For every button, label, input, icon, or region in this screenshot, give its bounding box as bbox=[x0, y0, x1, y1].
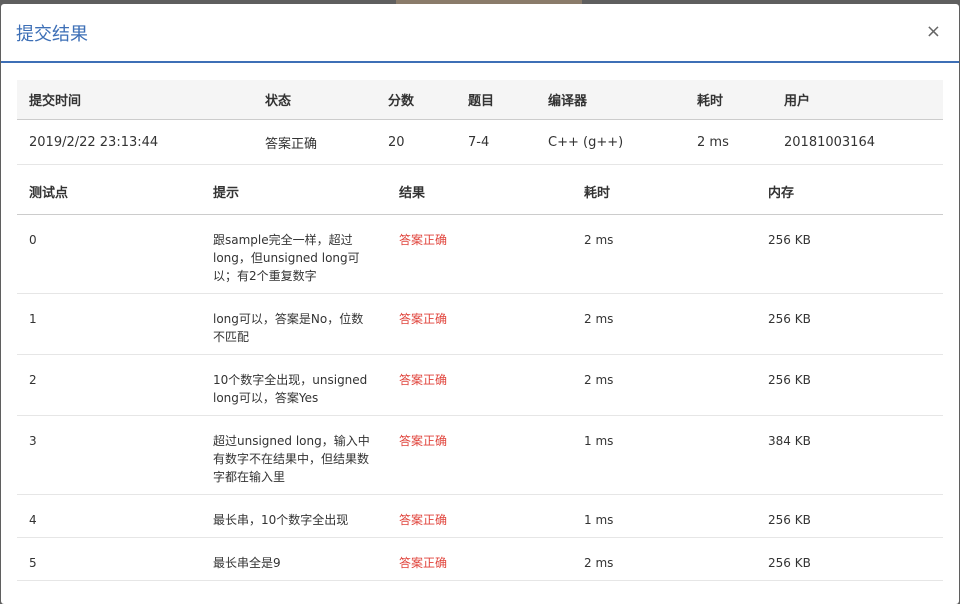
close-icon[interactable]: × bbox=[926, 22, 941, 42]
test-memory: 256 KB bbox=[768, 494, 943, 538]
score: 20 bbox=[388, 119, 468, 165]
test-memory: 256 KB bbox=[768, 537, 943, 581]
table-row: 2 10个数字全出现，unsigned long可以，答案Yes 答案正确 2 … bbox=[17, 354, 943, 416]
header-compiler: 编译器 bbox=[548, 80, 697, 120]
test-result: 答案正确 bbox=[399, 537, 584, 581]
header-status: 状态 bbox=[265, 80, 388, 120]
status-badge: 答案正确 bbox=[265, 119, 388, 165]
table-row: 3 超过unsigned long，输入中有数字不在结果中，但结果数字都在输入里… bbox=[17, 415, 943, 495]
submission-result-modal: 提交结果 × 提交时间 状态 分数 题目 编译器 耗时 用户 2019/2/22… bbox=[1, 4, 959, 604]
table-row: 0 跟sample完全一样，超过long，但unsigned long可以；有2… bbox=[17, 214, 943, 294]
test-memory: 384 KB bbox=[768, 415, 943, 495]
test-time: 2 ms bbox=[584, 293, 768, 355]
test-hint-text: 10个数字全出现，unsigned long可以，答案Yes bbox=[213, 373, 368, 405]
test-time: 1 ms bbox=[584, 494, 768, 538]
test-hint-text: 跟sample完全一样，超过long，但unsigned long可以；有2个重… bbox=[213, 233, 360, 283]
table-row: 5 最长串全是9 答案正确 2 ms 256 KB bbox=[17, 537, 943, 581]
test-result: 答案正确 bbox=[399, 293, 584, 355]
cases-header-row: 测试点 提示 结果 耗时 内存 bbox=[17, 168, 943, 215]
test-memory: 256 KB bbox=[768, 354, 943, 416]
header-memory: 内存 bbox=[768, 168, 943, 215]
test-memory: 256 KB bbox=[768, 293, 943, 355]
header-result: 结果 bbox=[399, 168, 584, 215]
test-hint: long可以，答案是No，位数不匹配 bbox=[213, 293, 399, 355]
test-time: 2 ms bbox=[584, 537, 768, 581]
table-row: 1 long可以，答案是No，位数不匹配 答案正确 2 ms 256 KB bbox=[17, 293, 943, 355]
user: 20181003164 bbox=[784, 119, 943, 165]
header-time: 耗时 bbox=[584, 168, 768, 215]
test-result: 答案正确 bbox=[399, 494, 584, 538]
table-row: 4 最长串，10个数字全出现 答案正确 1 ms 256 KB bbox=[17, 494, 943, 538]
duration: 2 ms bbox=[697, 119, 784, 165]
test-memory: 256 KB bbox=[768, 214, 943, 294]
test-hint: 超过unsigned long，输入中有数字不在结果中，但结果数字都在输入里 bbox=[213, 415, 399, 495]
test-cases-table: 测试点 提示 结果 耗时 内存 0 跟sample完全一样，超过long，但un… bbox=[17, 168, 943, 581]
test-point-id: 0 bbox=[17, 214, 213, 294]
test-point-id: 2 bbox=[17, 354, 213, 416]
header-duration: 耗时 bbox=[697, 80, 784, 120]
test-hint: 最长串，10个数字全出现 bbox=[213, 494, 399, 538]
test-time: 2 ms bbox=[584, 354, 768, 416]
header-test-point: 测试点 bbox=[17, 168, 213, 215]
test-time: 2 ms bbox=[584, 214, 768, 294]
test-hint-text: long可以，答案是No，位数不匹配 bbox=[213, 312, 364, 344]
header-score: 分数 bbox=[388, 80, 468, 120]
submission-summary-table: 提交时间 状态 分数 题目 编译器 耗时 用户 2019/2/22 23:13:… bbox=[17, 80, 943, 165]
header-user: 用户 bbox=[784, 80, 943, 120]
test-hint-text: 超过unsigned long，输入中有数字不在结果中，但结果数字都在输入里 bbox=[213, 434, 370, 484]
header-submit-time: 提交时间 bbox=[17, 80, 265, 120]
submit-time: 2019/2/22 23:13:44 bbox=[17, 119, 265, 165]
test-result: 答案正确 bbox=[399, 415, 584, 495]
header-problem: 题目 bbox=[468, 80, 548, 120]
test-time: 1 ms bbox=[584, 415, 768, 495]
modal-header: 提交结果 × bbox=[1, 4, 959, 63]
summary-header-row: 提交时间 状态 分数 题目 编译器 耗时 用户 bbox=[17, 80, 943, 120]
test-point-id: 5 bbox=[17, 537, 213, 581]
test-point-id: 3 bbox=[17, 415, 213, 495]
test-hint: 最长串全是9 bbox=[213, 537, 399, 581]
test-hint-text: 最长串，10个数字全出现 bbox=[213, 513, 349, 527]
test-hint-text: 最长串全是9 bbox=[213, 556, 281, 570]
modal-title: 提交结果 bbox=[16, 23, 88, 45]
test-point-id: 4 bbox=[17, 494, 213, 538]
test-hint: 10个数字全出现，unsigned long可以，答案Yes bbox=[213, 354, 399, 416]
problem-link[interactable]: 7-4 bbox=[468, 119, 548, 165]
compiler: C++ (g++) bbox=[548, 119, 697, 165]
header-hint: 提示 bbox=[213, 168, 399, 215]
summary-row: 2019/2/22 23:13:44 答案正确 20 7-4 C++ (g++)… bbox=[17, 119, 943, 165]
test-hint: 跟sample完全一样，超过long，但unsigned long可以；有2个重… bbox=[213, 214, 399, 294]
test-point-id: 1 bbox=[17, 293, 213, 355]
test-result: 答案正确 bbox=[399, 214, 584, 294]
test-result: 答案正确 bbox=[399, 354, 584, 416]
